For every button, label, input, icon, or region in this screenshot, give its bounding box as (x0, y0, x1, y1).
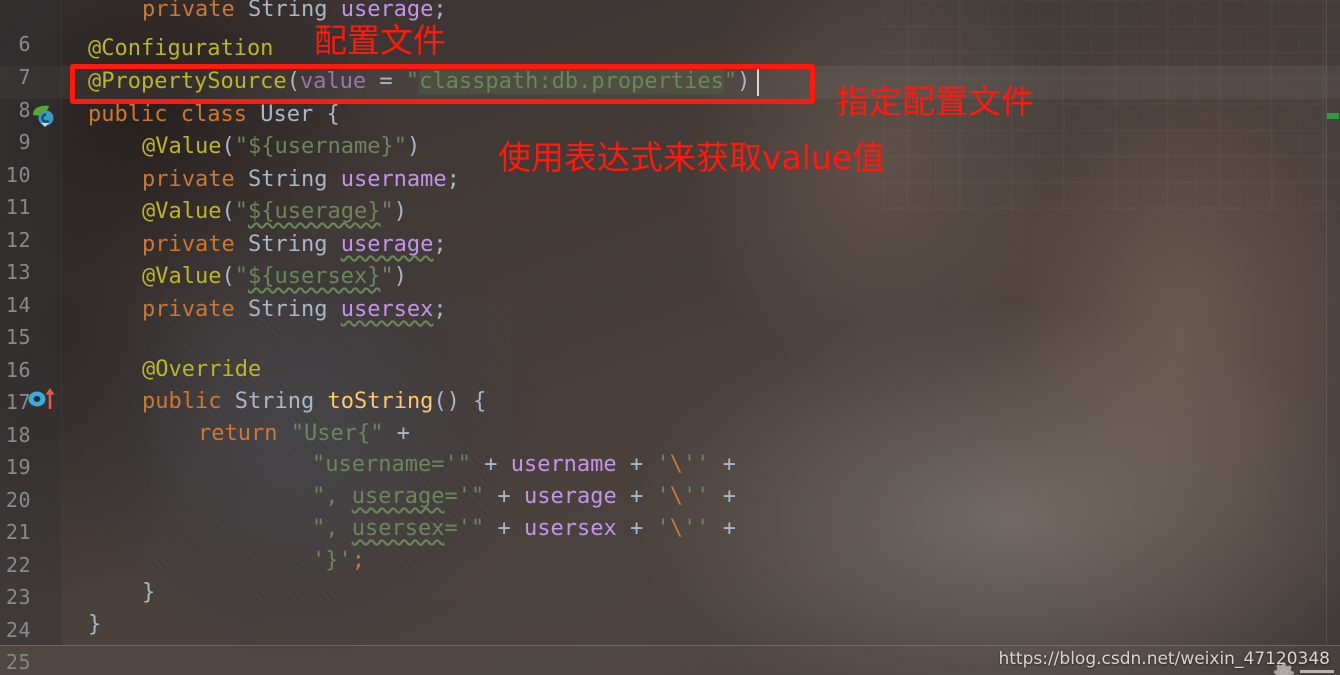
code-line-12: @Value("${userage}") (142, 199, 407, 224)
annotation-highlight-box (70, 64, 815, 104)
code-line-18: public String toString() { (142, 389, 487, 414)
code-line-25: } (88, 612, 102, 637)
code-line-20: "username='" + username + '\'' + (312, 452, 736, 477)
annotation-note-biaodashi: 使用表达式来获取value值 (498, 138, 886, 177)
code-line-17: @Override (142, 357, 262, 382)
todo-marker[interactable] (1327, 113, 1339, 119)
annotation-note-zhiding: 指定配置文件 (836, 82, 1034, 121)
code-line-15: private String usersex; (142, 297, 447, 322)
code-line-24: } (142, 580, 156, 605)
editor-marker-scrollbar[interactable] (1326, 0, 1340, 645)
code-line-13: private String userage; (142, 232, 447, 257)
gear-icon[interactable] (1274, 662, 1294, 675)
code-line-19: return "User{" + (198, 421, 410, 446)
status-bar: https://blog.csdn.net/weixin_47120348 (0, 645, 1340, 675)
code-line-10: @Value("${username}") (142, 134, 421, 159)
code-line-11: private String username; (142, 167, 460, 192)
code-line-22: ", usersex='" + usersex + '\'' + (312, 516, 736, 541)
annotation-note-peizhi: 配置文件 (314, 21, 446, 60)
code-line-14: @Value("${usersex}") (142, 264, 407, 289)
code-line-7: @Configuration (88, 36, 274, 61)
status-bar-indicator (1300, 670, 1334, 673)
code-line-21: ", userage='" + userage + '\'' + (312, 484, 736, 509)
code-line-23: '}'; (312, 548, 365, 573)
code-editor[interactable]: 6 7 8 9 10 11 12 13 14 15 16 17 18 19 20… (0, 0, 1340, 675)
